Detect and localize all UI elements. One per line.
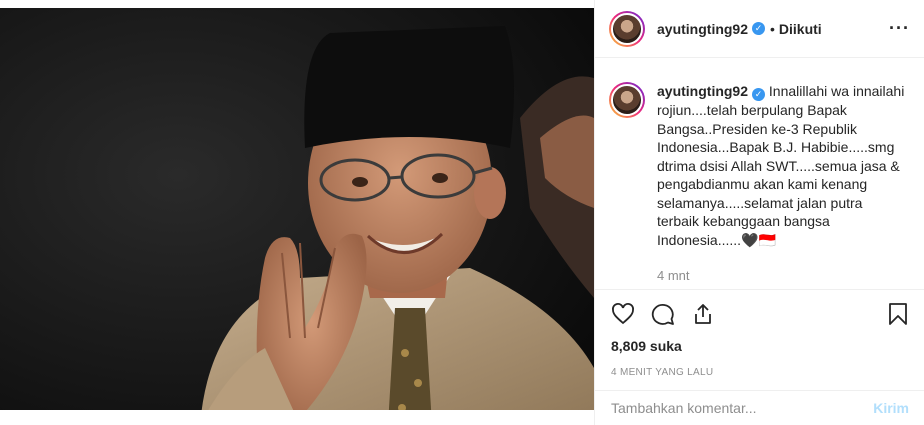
action-bar — [595, 290, 924, 338]
heart-icon[interactable] — [611, 302, 635, 326]
caption-timestamp[interactable]: 4 mnt — [657, 268, 907, 283]
verified-icon: ✓ — [752, 22, 766, 35]
caption-body: ayutingting92 ✓ Innalillahi wa innailahi … — [657, 82, 907, 289]
caption-text: Innalillahi wa innailahi rojiun....telah… — [657, 83, 905, 248]
caption-avatar[interactable] — [609, 82, 645, 118]
caption: ayutingting92 ✓ Innalillahi wa innailahi … — [657, 82, 907, 249]
post-photo[interactable] — [0, 8, 594, 425]
avatar-image — [611, 12, 643, 45]
caption-username-link[interactable]: ayutingting92 — [657, 83, 748, 99]
post-bottom-strip — [0, 410, 594, 425]
post-top-strip — [0, 0, 594, 8]
comment-icon[interactable] — [651, 302, 675, 326]
comments-section: ayutingting92 ✓ Innalillahi wa innailahi … — [595, 58, 924, 290]
post-header: ayutingting92 ✓ • Diikuti ··· — [595, 0, 924, 58]
post-side-panel: ayutingting92 ✓ • Diikuti ··· ayutingtin… — [594, 0, 924, 425]
more-options-icon[interactable]: ··· — [889, 18, 910, 39]
separator-dot: • — [770, 20, 775, 37]
send-comment-button[interactable]: Kirim — [873, 400, 909, 416]
share-icon[interactable] — [691, 302, 715, 326]
verified-icon: ✓ — [752, 88, 766, 101]
comment-form: Kirim — [595, 390, 924, 425]
avatar-image — [611, 84, 643, 116]
post-photo-illustration — [0, 8, 594, 425]
post-time[interactable]: 4 MENIT YANG LALU — [595, 367, 924, 378]
avatar[interactable] — [609, 10, 645, 47]
username-link[interactable]: ayutingting92 — [657, 21, 748, 37]
follow-status-button[interactable]: Diikuti — [779, 21, 822, 37]
comment-input[interactable] — [611, 400, 866, 416]
bookmark-icon[interactable] — [886, 302, 910, 326]
likes-count[interactable]: 8,809 suka — [595, 338, 924, 354]
